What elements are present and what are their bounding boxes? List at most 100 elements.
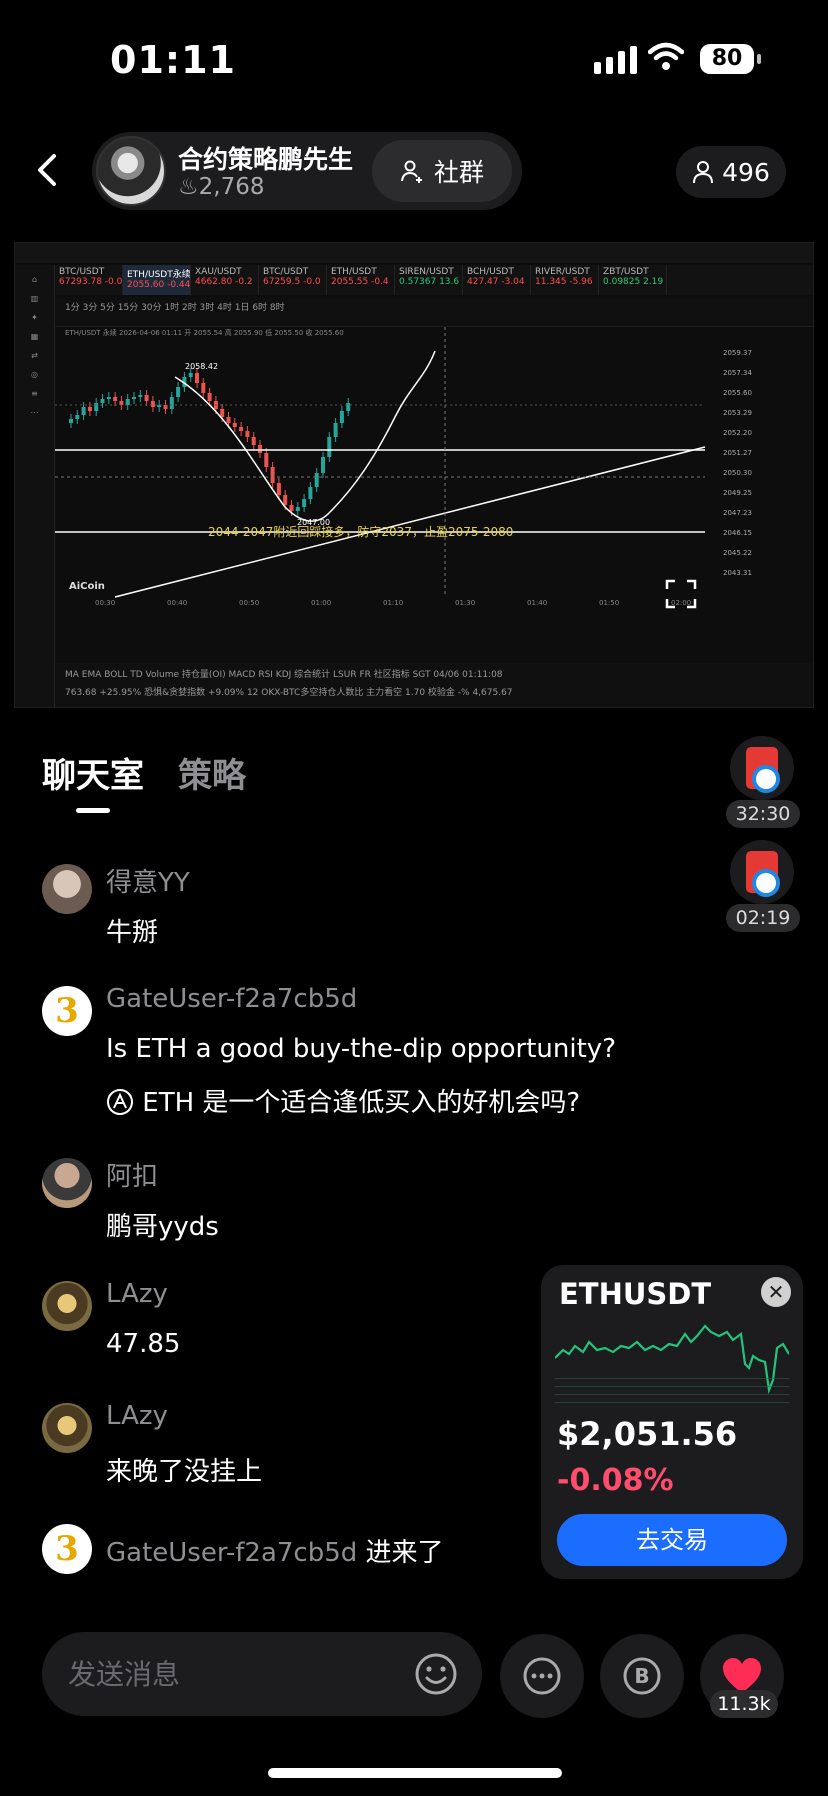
candle: [220, 409, 225, 417]
high-label: 2058.42: [185, 362, 218, 371]
ethusdt-ticker-card[interactable]: ETHUSDT ✕ $2,051.56 -0.08% 去交易: [541, 1265, 803, 1579]
time-tick-label: 00:30: [95, 599, 115, 607]
clock: 01:11: [110, 38, 236, 82]
price-tick-label: 2057.34: [723, 369, 752, 377]
red-packet-button[interactable]: [730, 736, 794, 800]
candle: [144, 395, 149, 401]
trade-button[interactable]: 去交易: [557, 1514, 787, 1566]
chart-ticker-tab[interactable]: BTC/USDT 67259.5 -0.0: [259, 265, 327, 295]
price-tick-label: 2055.60: [723, 389, 752, 397]
horizontal-levels: [55, 327, 706, 598]
user-avatar[interactable]: 3: [42, 1524, 92, 1574]
tab-chatroom[interactable]: 聊天室: [42, 748, 144, 797]
status-bar: 01:11 80: [0, 0, 828, 110]
red-packet-timer: 32:30: [726, 800, 800, 828]
more-nav-icon[interactable]: ⋯: [15, 408, 54, 417]
tab-strategy[interactable]: 策略: [178, 748, 246, 797]
quick-nav-icon[interactable]: ✦: [15, 313, 54, 322]
chart-ticker-tab[interactable]: ETH/USDT永续2055.60 -0.44%: [123, 265, 191, 295]
chart-ticker-tab[interactable]: RIVER/USDT 11.345 -5.96: [531, 265, 599, 295]
user-avatar[interactable]: [42, 1403, 92, 1453]
ticker-tab-label: XAU/USDT: [195, 267, 242, 277]
wifi-icon: [648, 42, 684, 70]
price-tick-label: 2050.30: [723, 469, 752, 477]
candle: [132, 397, 136, 399]
host-card[interactable]: 合约策略鹏先生 ♨2,768 社群: [92, 132, 522, 210]
price-tick-label: 2053.29: [723, 409, 752, 417]
ticker-tab-label: RIVER/USDT: [535, 267, 590, 277]
indicator-list: MA EMA BOLL TD Volume 持仓量(OI) MACD RSI K…: [65, 670, 503, 680]
user-avatar[interactable]: [42, 1158, 92, 1208]
battery-icon: 80: [700, 44, 761, 74]
candle: [327, 437, 332, 457]
aicoin-watermark: AiCoin: [69, 581, 105, 592]
coin-button[interactable]: B: [600, 1634, 684, 1718]
message-text: Is ETH a good buy-the-dip opportunity?: [106, 1034, 616, 1064]
username[interactable]: 阿扣: [106, 1156, 158, 1193]
home-indicator[interactable]: [268, 1768, 562, 1778]
message-text: 牛掰: [106, 918, 159, 948]
candle: [207, 393, 212, 401]
username[interactable]: GateUser-f2a7cb5d: [106, 984, 357, 1014]
shared-chart-screen[interactable]: ⌂ ▥ ✦ ▦ ⇄ ◎ ≡ ⋯ BTC/USDT 67293.78 -0.0 ETH…: [14, 242, 814, 708]
community-button[interactable]: 社群: [372, 140, 512, 202]
chart-ticker-tab[interactable]: ETH/USDT 2055.55 -0.4: [327, 265, 395, 295]
ticker-tab-label: BTC/USDT: [59, 267, 105, 277]
time-tick-label: 01:10: [383, 599, 403, 607]
trade-nav-icon[interactable]: ⇄: [15, 351, 54, 360]
price-tick-label: 2059.37: [723, 349, 752, 357]
home-nav-icon[interactable]: ⌂: [15, 275, 54, 284]
chart-ticker-tab[interactable]: XAU/USDT 4662.80 -0.2: [191, 265, 259, 295]
chart-bottom-bar: MA EMA BOLL TD Volume 持仓量(OI) MACD RSI K…: [55, 663, 813, 707]
candlestick-plot: ETH/USDT 永续 2026-04-06 01:11 开 2055.54 高…: [55, 327, 752, 609]
ticker-tab-label: SIREN/USDT: [399, 267, 454, 277]
chart-ticker-tab[interactable]: ZBT/USDT 0.09825 2.19: [599, 265, 667, 295]
ticker-tab-label: ETH/USDT: [331, 267, 377, 277]
viewer-number: 496: [722, 157, 770, 187]
user-avatar[interactable]: 3: [42, 986, 92, 1036]
chart-ticker-tab[interactable]: SIREN/USDT 0.57367 13.6: [395, 265, 463, 295]
ticker-tab-price: 2055.60 -0.44%: [127, 280, 191, 290]
data-nav-icon[interactable]: ▦: [15, 332, 54, 341]
active-tab-indicator: [76, 808, 110, 813]
red-packet-icon: [746, 851, 780, 897]
asset-nav-icon[interactable]: ◎: [15, 370, 54, 379]
back-icon[interactable]: [28, 150, 68, 190]
user-avatar[interactable]: [42, 1281, 92, 1331]
host-avatar[interactable]: [96, 136, 166, 206]
username[interactable]: LAzy: [106, 1401, 168, 1431]
chart-ticker-tab[interactable]: BCH/USDT 427.47 -3.04: [463, 265, 531, 295]
news-nav-icon[interactable]: ≡: [15, 389, 54, 398]
ticker-tab-price: 67259.5 -0.0: [263, 277, 321, 287]
chart-ticker-tab[interactable]: BTC/USDT 67293.78 -0.0: [55, 265, 123, 295]
username-text[interactable]: GateUser-f2a7cb5d: [106, 1538, 357, 1568]
candle: [239, 427, 244, 431]
user-avatar[interactable]: [42, 864, 92, 914]
candle: [276, 483, 281, 495]
sparkline: [555, 1324, 789, 1403]
candle: [119, 401, 124, 405]
chart-toolbar: 1分 3分 5分 15分 30分 1时 2时 3时 4时 1日 6时 8时: [55, 297, 813, 327]
message-text: 进来了: [365, 1538, 444, 1568]
candle: [195, 373, 199, 383]
ticker-tab-price: 4662.80 -0.2: [195, 277, 253, 287]
candle: [283, 495, 288, 505]
bottom-ticker-line: 763.68 +25.95% 恐惧&贪婪指数 +9.09% 12 OKX-BTC…: [65, 688, 513, 698]
person-icon: [693, 161, 714, 184]
red-packet-button[interactable]: [730, 840, 794, 904]
time-tick-label: 01:00: [311, 599, 331, 607]
ticker-change: -0.08%: [557, 1463, 674, 1498]
price-tick-label: 2045.22: [723, 549, 752, 557]
viewer-count[interactable]: 496: [676, 146, 786, 198]
emoji-icon[interactable]: [414, 1652, 458, 1696]
candle: [201, 383, 206, 393]
message-translation: ETH 是一个适合逢低买入的好机会吗?: [106, 1082, 580, 1119]
more-button[interactable]: [500, 1634, 584, 1718]
close-icon[interactable]: ✕: [761, 1277, 791, 1307]
username[interactable]: LAzy: [106, 1279, 168, 1309]
time-tick-label: 00:40: [167, 599, 187, 607]
ticker-tab-label: BTC/USDT: [263, 267, 309, 277]
ticker-tab-price: 11.345 -5.96: [535, 277, 593, 287]
market-nav-icon[interactable]: ▥: [15, 294, 54, 303]
username[interactable]: 得意YY: [106, 862, 190, 899]
